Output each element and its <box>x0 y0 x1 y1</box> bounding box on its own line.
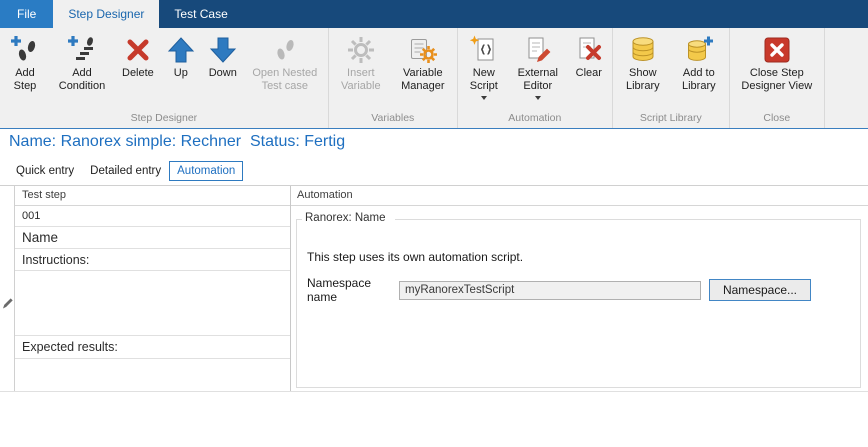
variable-manager-button[interactable]: Variable Manager <box>391 30 455 110</box>
group-label-close: Close <box>730 110 824 128</box>
group-label-variables: Variables <box>329 110 457 128</box>
add-step-button[interactable]: Add Step <box>2 30 48 110</box>
ribbon-group-close: Close Step Designer View Close <box>730 28 825 128</box>
tab-test-case[interactable]: Test Case <box>159 0 242 28</box>
arrow-up-icon <box>166 34 196 66</box>
ranorex-name-groupbox: Ranorex: Name This step uses its own aut… <box>296 219 861 388</box>
edit-pencil-icon <box>2 296 13 314</box>
table-row-step-id[interactable]: 001 <box>15 206 290 227</box>
insert-variable-button: Insert Variable <box>331 30 391 110</box>
delete-button[interactable]: Delete <box>116 30 160 110</box>
ribbon-group-automation: New Script External Editor <box>458 28 613 128</box>
close-step-designer-view-label: Close Step Designer View <box>738 67 816 93</box>
new-script-label: New Script <box>466 67 502 93</box>
add-to-library-label: Add to Library <box>677 67 721 93</box>
table-row-instructions-entry[interactable] <box>15 271 290 336</box>
delete-icon <box>123 34 153 66</box>
automation-panel: Automation Ranorex: Name This step uses … <box>291 186 868 391</box>
tab-file[interactable]: File <box>0 0 53 28</box>
add-to-library-button[interactable]: Add to Library <box>671 30 727 110</box>
tab-step-designer[interactable]: Step Designer <box>53 0 159 28</box>
table-row-filler <box>15 359 290 391</box>
page-title: Name: Ranorex simple: Rechner Status: Fe… <box>9 133 345 151</box>
add-to-library-icon <box>684 34 714 66</box>
tab-detailed-entry[interactable]: Detailed entry <box>82 161 169 181</box>
external-editor-label: External Editor <box>514 67 562 93</box>
clear-button[interactable]: Clear <box>568 30 610 110</box>
test-step-column-header: Test step <box>15 186 290 206</box>
ribbon: Add Step Add Condition <box>0 28 868 129</box>
down-label: Down <box>209 67 237 80</box>
show-library-button[interactable]: Show Library <box>615 30 671 110</box>
variable-manager-label: Variable Manager <box>397 67 449 93</box>
add-step-icon <box>10 34 40 66</box>
namespace-row: Namespace name Namespace... <box>307 276 811 304</box>
external-editor-button[interactable]: External Editor <box>508 30 568 110</box>
insert-variable-icon <box>346 34 376 66</box>
show-library-icon <box>628 34 658 66</box>
close-buttons: Close Step Designer View <box>730 28 824 110</box>
group-label-automation: Automation <box>458 110 612 128</box>
new-script-icon <box>469 34 499 66</box>
chevron-down-icon[interactable] <box>481 96 487 100</box>
script-library-buttons: Show Library Add to Library <box>613 28 729 110</box>
namespace-name-label: Namespace name <box>307 276 399 304</box>
table-row-instructions[interactable]: Instructions: <box>15 249 290 271</box>
group-label-script-library: Script Library <box>613 110 729 128</box>
ribbon-group-step-designer: Add Step Add Condition <box>0 28 329 128</box>
app-window: File Step Designer Test Case Add Step <box>0 0 868 447</box>
chevron-down-icon[interactable] <box>535 96 541 100</box>
automation-column-header: Automation <box>291 186 868 206</box>
namespace-button[interactable]: Namespace... <box>709 279 811 301</box>
variables-buttons: Insert Variable Variable Manager <box>329 28 457 110</box>
external-editor-icon <box>523 34 553 66</box>
open-nested-test-case-label: Open Nested Test case <box>250 67 320 93</box>
up-label: Up <box>174 67 188 80</box>
automation-buttons: New Script External Editor <box>458 28 612 110</box>
new-script-button[interactable]: New Script <box>460 30 508 110</box>
nested-test-icon <box>270 34 300 66</box>
group-label-step-designer: Step Designer <box>0 110 328 128</box>
ribbon-tab-bar: File Step Designer Test Case <box>0 0 868 28</box>
ribbon-group-script-library: Show Library Add to Library Script Libra… <box>613 28 730 128</box>
close-view-icon <box>762 34 792 66</box>
variable-manager-icon <box>408 34 438 66</box>
add-condition-icon <box>67 34 97 66</box>
row-selector-gutter <box>0 186 15 391</box>
tab-automation[interactable]: Automation <box>169 161 243 181</box>
step-designer-buttons: Add Step Add Condition <box>0 28 328 110</box>
arrow-down-icon <box>208 34 238 66</box>
insert-variable-label: Insert Variable <box>337 67 385 93</box>
namespace-input[interactable] <box>399 281 701 300</box>
automation-script-description: This step uses its own automation script… <box>307 250 523 264</box>
ribbon-group-variables: Insert Variable Variable Manager Variabl… <box>329 28 458 128</box>
delete-label: Delete <box>122 67 154 80</box>
view-tabs: Quick entry Detailed entry Automation <box>8 161 243 181</box>
add-condition-label: Add Condition <box>54 67 110 93</box>
show-library-label: Show Library <box>621 67 665 93</box>
test-step-panel: Test step 001 Name Instructions: Expecte… <box>15 186 291 391</box>
table-row-expected-results[interactable]: Expected results: <box>15 336 290 359</box>
close-step-designer-view-button[interactable]: Close Step Designer View <box>732 30 822 110</box>
up-button[interactable]: Up <box>160 30 202 110</box>
content-area: Test step 001 Name Instructions: Expecte… <box>0 185 868 392</box>
clear-icon <box>574 34 604 66</box>
groupbox-legend: Ranorex: Name <box>302 212 395 224</box>
tab-quick-entry[interactable]: Quick entry <box>8 161 82 181</box>
add-condition-button[interactable]: Add Condition <box>48 30 116 110</box>
table-row-step-name[interactable]: Name <box>15 227 290 249</box>
open-nested-test-case-button: Open Nested Test case <box>244 30 326 110</box>
add-step-label: Add Step <box>8 67 42 93</box>
clear-label: Clear <box>576 67 602 80</box>
down-button[interactable]: Down <box>202 30 244 110</box>
